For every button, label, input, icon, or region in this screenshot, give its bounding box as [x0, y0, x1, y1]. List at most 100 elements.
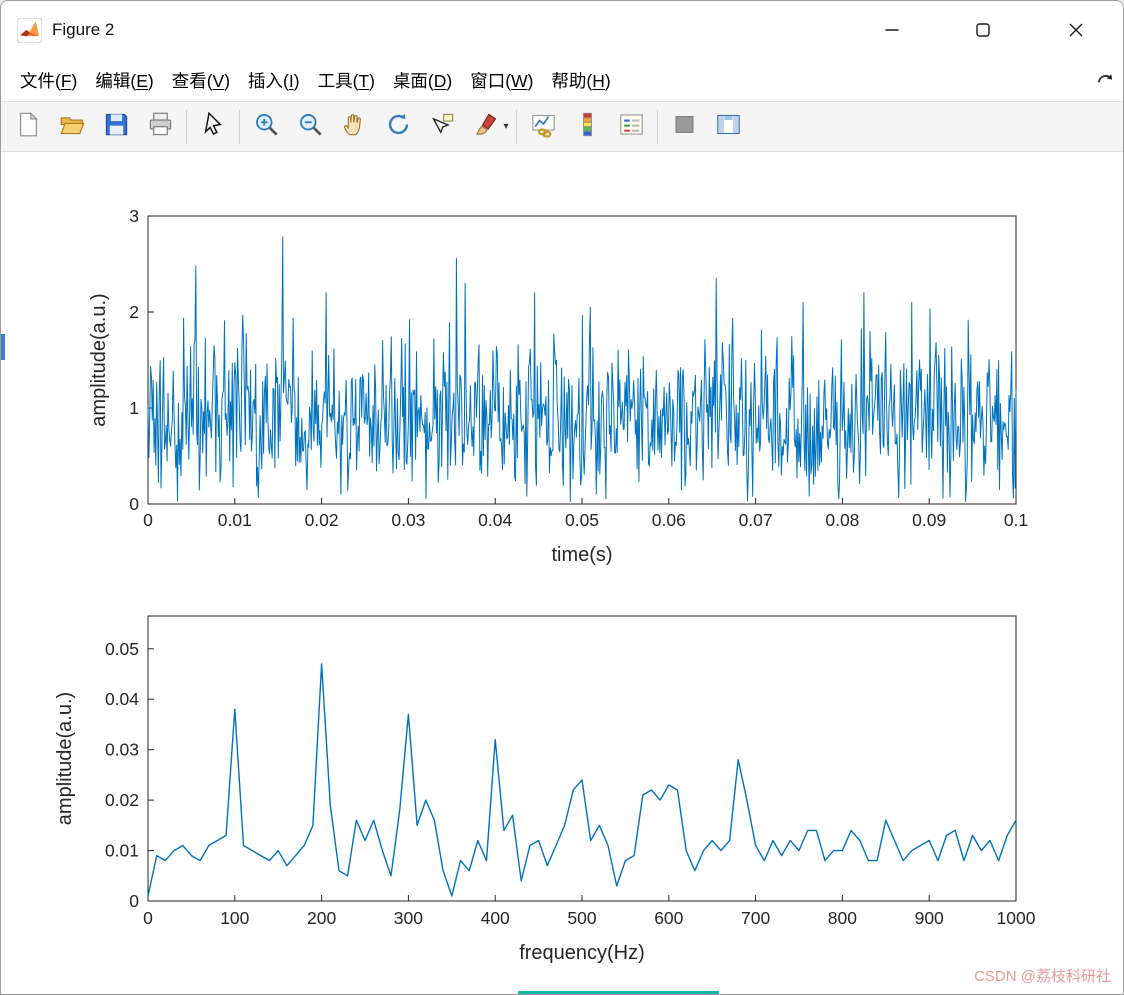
x-tick-label: 0.1 [1004, 510, 1028, 530]
taskbar-sliver [518, 991, 719, 994]
left-edge-sliver [1, 334, 5, 360]
rotate-3d-icon [385, 111, 412, 143]
x-tick-label: 0.07 [739, 510, 773, 530]
title-bar: Figure 2 [1, 1, 1123, 59]
pointer-arrow-icon [200, 111, 227, 143]
menu-item-view[interactable]: 查看(V) [163, 68, 239, 93]
x-tick-label: 1000 [997, 908, 1036, 928]
x-tick-label: 0.03 [391, 510, 425, 530]
menu-mnemonic: E [136, 70, 148, 91]
x-tick-label: 500 [567, 908, 596, 928]
menu-item-insert[interactable]: 插入(I) [239, 68, 309, 93]
menu-label-post: ) [527, 70, 534, 91]
close-button[interactable] [1047, 1, 1105, 59]
minimize-icon [885, 29, 899, 31]
data-cursor-icon [429, 111, 456, 143]
y-tick-label: 0.02 [105, 790, 139, 810]
tool-rotate-3d-button[interactable] [376, 107, 420, 147]
y-tick-label: 2 [129, 302, 139, 322]
menu-label-post: ) [604, 70, 611, 91]
brush-icon [473, 111, 500, 143]
menu-bar: 文件(F) 编辑(E) 查看(V) 插入(I) 工具(T) 桌面(D) 窗口(W) 帮助(H) [1, 59, 1123, 102]
x-tick-label: 700 [741, 908, 770, 928]
tool-pan-hand-button[interactable] [332, 107, 376, 147]
menu-item-help[interactable]: 帮助(H) [542, 68, 619, 93]
x-tick-label: 400 [481, 908, 510, 928]
menu-item-desktop[interactable]: 桌面(D) [384, 68, 461, 93]
charts-svg: 0 0.01 0.02 0.03 0.04 0.05 0.06 0.07 0.08 0.09 0.1… [54, 206, 1036, 964]
save-icon [103, 111, 130, 143]
menu-label-pre: 查看( [171, 70, 213, 91]
menu-label-pre: 窗口( [470, 70, 512, 91]
dock-arrow-icon[interactable] [1096, 71, 1114, 89]
tool-hide-plot-tools-button[interactable] [662, 107, 706, 147]
tool-show-plot-tools-button[interactable] [706, 107, 750, 147]
toolbar-separator [516, 109, 517, 144]
menu-mnemonic: F [60, 70, 72, 91]
toolbar-separator [657, 109, 658, 144]
menu-label-pre: 工具( [317, 70, 359, 91]
spectrum-line [147, 663, 1017, 897]
minimize-button[interactable] [863, 1, 921, 59]
y-tick-label: 0.01 [105, 841, 139, 861]
menu-mnemonic: V [212, 70, 225, 91]
x-tick-label: 900 [915, 908, 944, 928]
tool-insert-colorbar-button[interactable] [565, 107, 609, 147]
menu-mnemonic: T [358, 70, 370, 91]
x-axis-label: time(s) [551, 544, 612, 566]
chart-1-axes: 0 100 200 300 400 500 600 700 800 900 1000 0 0.01 0.0… [54, 615, 1036, 964]
menu-label-pre: 桌面( [392, 70, 434, 91]
show-plot-tools-icon [715, 111, 742, 143]
close-icon [1069, 23, 1083, 37]
dropdown-caret-icon[interactable]: ▾ [500, 121, 512, 132]
toolbar: ▾ [1, 102, 1123, 152]
y-axis-label: amplitude(a.u.) [54, 692, 76, 825]
menu-item-tools[interactable]: 工具(T) [309, 68, 384, 93]
zoom-out-icon [297, 111, 324, 143]
x-axis-label: frequency(Hz) [519, 942, 645, 964]
tool-save-button[interactable] [94, 107, 138, 147]
tool-data-cursor-button[interactable] [420, 107, 464, 147]
tool-zoom-out-button[interactable] [288, 107, 332, 147]
x-tick-label: 200 [307, 908, 336, 928]
menu-label-post: ) [293, 70, 300, 91]
tool-print-button[interactable] [138, 107, 182, 147]
tool-link-plot-button[interactable] [521, 107, 565, 147]
watermark: CSDN @荔枝科研社 [974, 968, 1111, 985]
tool-insert-legend-button[interactable] [609, 107, 653, 147]
x-tick-label: 0.05 [565, 510, 599, 530]
x-tick-label: 0.06 [652, 510, 686, 530]
y-tick-label: 0.03 [105, 740, 139, 760]
menu-item-edit[interactable]: 编辑(E) [86, 68, 162, 93]
insert-colorbar-icon [574, 111, 601, 143]
x-tick-label: 0.08 [825, 510, 859, 530]
pan-hand-icon [341, 111, 368, 143]
link-plot-icon [530, 111, 557, 143]
tool-new-document-button[interactable] [6, 107, 50, 147]
menu-label-post: ) [71, 70, 78, 91]
menu-item-file[interactable]: 文件(F) [11, 68, 86, 93]
y-tick-label: 0 [129, 494, 139, 514]
y-tick-label: 1 [129, 398, 139, 418]
menu-label-post: ) [147, 70, 154, 91]
menu-label-pre: 插入( [248, 70, 289, 91]
x-tick-label: 0.04 [478, 510, 512, 530]
y-tick-label: 0 [129, 891, 139, 911]
insert-legend-icon [618, 111, 645, 143]
menu-label-post: ) [224, 70, 231, 91]
menu-label-post: ) [446, 70, 453, 91]
menu-label-post: ) [369, 70, 375, 91]
x-tick-label: 0 [143, 908, 153, 928]
tool-pointer-arrow-button[interactable] [191, 107, 235, 147]
x-tick-label: 0 [143, 510, 153, 530]
new-document-icon [15, 111, 42, 143]
menu-mnemonic: H [592, 70, 605, 91]
toolbar-separator [186, 109, 187, 144]
tool-open-folder-button[interactable] [50, 107, 94, 147]
menu-item-window[interactable]: 窗口(W) [461, 68, 542, 93]
tool-zoom-in-button[interactable] [244, 107, 288, 147]
y-tick-label: 0.04 [105, 689, 139, 709]
maximize-icon [976, 23, 990, 37]
maximize-button[interactable] [954, 1, 1012, 59]
y-tick-label: 0.05 [105, 639, 139, 659]
